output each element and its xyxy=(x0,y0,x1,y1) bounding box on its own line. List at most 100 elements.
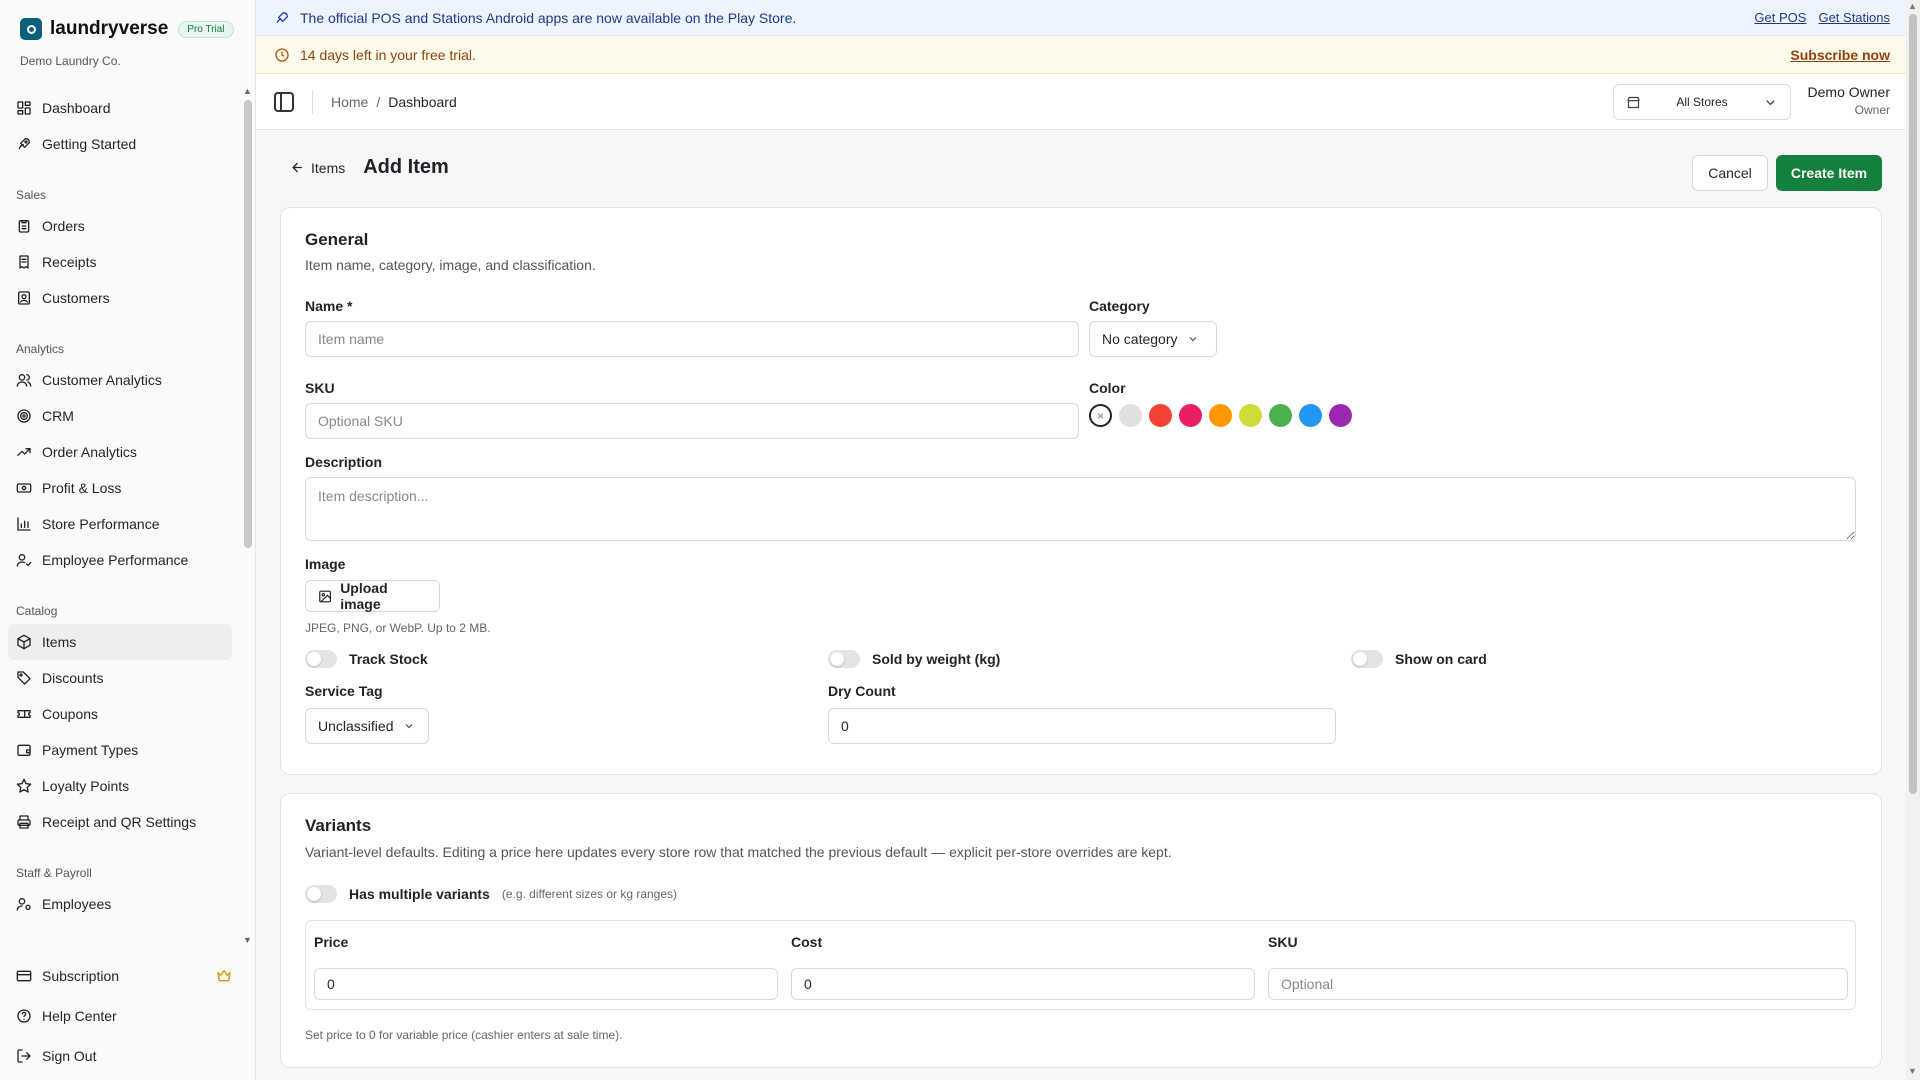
sidebar-scroll-up-icon[interactable]: ▲ xyxy=(243,86,252,96)
sidebar-item-items[interactable]: Items xyxy=(8,624,232,660)
sidebar-item-label: CRM xyxy=(42,408,74,424)
color-swatch[interactable] xyxy=(1299,404,1322,427)
sidebar-item-label: Receipt and QR Settings xyxy=(42,814,197,830)
org-name: Demo Laundry Co. xyxy=(20,54,121,68)
sidebar-item-receipts[interactable]: Receipts xyxy=(8,244,232,280)
sold-by-weight-toggle[interactable] xyxy=(828,650,860,668)
sidebar-item-label: Store Performance xyxy=(42,516,160,532)
topbar-divider xyxy=(312,89,313,114)
sidebar-item-receipt-qr-settings[interactable]: Receipt and QR Settings xyxy=(8,804,232,840)
sidebar-item-sign-out[interactable]: Sign Out xyxy=(8,1036,240,1076)
service-tag-select[interactable]: Unclassified xyxy=(305,708,429,744)
dry-count-input[interactable] xyxy=(828,708,1336,744)
service-tag-value: Unclassified xyxy=(318,718,394,734)
sidebar-footer: Subscription Help Center Sign Out xyxy=(8,956,240,1076)
sidebar-scrollbar[interactable] xyxy=(244,100,252,548)
multiple-variants-toggle[interactable] xyxy=(305,885,337,903)
store-selector-value: All Stores xyxy=(1676,95,1728,109)
trending-up-icon xyxy=(17,448,31,456)
image-plus-icon xyxy=(319,590,332,602)
sidebar-item-employee-performance[interactable]: Employee Performance xyxy=(8,542,232,578)
sidebar-item-store-performance[interactable]: Store Performance xyxy=(8,506,232,542)
category-select[interactable]: No category xyxy=(1089,321,1217,357)
sidebar-item-label: Order Analytics xyxy=(42,444,137,460)
description-textarea[interactable] xyxy=(305,477,1856,541)
sidebar-item-payment-types[interactable]: Payment Types xyxy=(8,732,232,768)
wallet-icon xyxy=(17,744,31,756)
sidebar-item-orders[interactable]: Orders xyxy=(8,208,232,244)
description-label: Description xyxy=(305,454,383,470)
track-stock-label: Track Stock xyxy=(349,651,428,667)
log-out-icon xyxy=(17,1049,31,1063)
sidebar-item-getting-started[interactable]: Getting Started xyxy=(8,126,232,162)
price-column-header: Price xyxy=(314,934,349,950)
color-swatch[interactable] xyxy=(1119,404,1142,427)
banknote-icon xyxy=(16,483,32,493)
track-stock-toggle[interactable] xyxy=(305,650,337,668)
sidebar-item-order-analytics[interactable]: Order Analytics xyxy=(8,434,232,470)
plan-badge: Pro Trial xyxy=(178,20,234,38)
color-swatch[interactable] xyxy=(1209,404,1232,427)
general-title: General xyxy=(305,230,369,249)
banner-text: The official POS and Stations Android ap… xyxy=(300,9,797,26)
nav-section-sales: Sales xyxy=(16,188,47,202)
multiple-variants-hint: (e.g. different sizes or kg ranges) xyxy=(501,887,678,901)
sidebar-item-help-center[interactable]: Help Center xyxy=(8,996,240,1036)
show-on-card-toggle[interactable] xyxy=(1351,650,1383,668)
user-menu[interactable]: Demo Owner Owner xyxy=(1808,84,1890,117)
ticket-icon xyxy=(17,710,31,718)
brand[interactable]: laundryverse Pro Trial xyxy=(20,18,234,40)
topbar: Home / Dashboard All Stores Demo Owner O… xyxy=(256,74,1906,130)
color-swatch[interactable] xyxy=(1269,404,1292,427)
track-stock-row: Track Stock xyxy=(305,650,428,668)
sku-input[interactable] xyxy=(305,403,1079,439)
sidebar-scroll-down-icon[interactable]: ▼ xyxy=(243,935,252,945)
name-input[interactable] xyxy=(305,321,1079,357)
cancel-button[interactable]: Cancel xyxy=(1692,155,1768,191)
breadcrumb-home[interactable]: Home xyxy=(331,94,368,110)
dry-count-label: Dry Count xyxy=(828,683,896,699)
sidebar-item-label: Coupons xyxy=(42,706,99,722)
sidebar-item-discounts[interactable]: Discounts xyxy=(8,660,232,696)
chevron-down-icon xyxy=(406,724,413,729)
sidebar-item-loyalty-points[interactable]: Loyalty Points xyxy=(8,768,232,804)
sidebar-item-profit-loss[interactable]: Profit & Loss xyxy=(8,470,232,506)
sidebar-item-customers[interactable]: Customers xyxy=(8,280,232,316)
clipboard-icon xyxy=(18,220,30,233)
sidebar-item-coupons[interactable]: Coupons xyxy=(8,696,232,732)
sidebar-item-subscription[interactable]: Subscription xyxy=(8,956,240,996)
create-item-button[interactable]: Create Item xyxy=(1776,155,1882,191)
color-swatch[interactable] xyxy=(1149,404,1172,427)
color-swatch[interactable] xyxy=(1179,404,1202,427)
sidebar-item-crm[interactable]: CRM xyxy=(8,398,232,434)
upload-image-button[interactable]: Upload image xyxy=(305,580,440,612)
color-none-swatch[interactable]: × xyxy=(1089,404,1112,427)
page-scroll-up-icon[interactable]: ▲ xyxy=(1908,1,1917,11)
user-name: Demo Owner xyxy=(1807,84,1890,100)
sidebar-item-label: Customer Analytics xyxy=(42,372,162,388)
service-tag-label: Service Tag xyxy=(305,683,383,699)
image-hint: JPEG, PNG, or WebP. Up to 2 MB. xyxy=(305,621,491,635)
get-stations-link[interactable]: Get Stations xyxy=(1818,10,1890,25)
store-selector[interactable]: All Stores xyxy=(1613,84,1791,120)
user-check-icon xyxy=(16,554,32,567)
sidebar-toggle-icon[interactable] xyxy=(274,91,294,112)
page-scrollbar-thumb[interactable] xyxy=(1909,14,1917,794)
color-swatch[interactable] xyxy=(1239,404,1262,427)
sidebar-item-dashboard[interactable]: Dashboard xyxy=(8,90,232,126)
color-swatch[interactable] xyxy=(1329,404,1352,427)
printer-icon xyxy=(17,815,31,829)
get-pos-link[interactable]: Get POS xyxy=(1754,10,1806,25)
subscribe-now-link[interactable]: Subscribe now xyxy=(1790,47,1890,63)
sidebar-item-customer-analytics[interactable]: Customer Analytics xyxy=(8,362,232,398)
multiple-variants-label: Has multiple variants xyxy=(349,886,490,902)
variant-cost-input[interactable] xyxy=(791,968,1255,1000)
variant-sku-input[interactable] xyxy=(1268,968,1848,1000)
back-to-items-link[interactable]: Items xyxy=(290,160,345,176)
arrow-left-icon xyxy=(292,162,302,173)
sidebar-item-label: Dashboard xyxy=(42,100,111,116)
package-icon xyxy=(17,634,31,650)
page-scroll-down-icon[interactable]: ▼ xyxy=(1908,1066,1917,1076)
sidebar-item-employees[interactable]: Employees xyxy=(8,886,232,922)
variant-price-input[interactable] xyxy=(314,968,778,1000)
